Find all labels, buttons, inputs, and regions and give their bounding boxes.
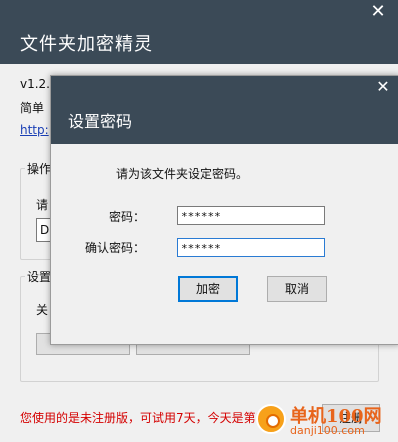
- settings-group-text: 关: [36, 303, 49, 317]
- dialog-title: 设置密码: [68, 112, 133, 131]
- dialog-close-icon[interactable]: ✕: [373, 77, 393, 97]
- password-input[interactable]: ******: [177, 206, 325, 225]
- version-text: v1.2.: [20, 77, 50, 91]
- description-text: 简单: [20, 101, 45, 115]
- main-titlebar: ✕ 文件夹加密精灵: [0, 0, 398, 64]
- main-window-title: 文件夹加密精灵: [20, 34, 153, 55]
- main-close-icon[interactable]: ✕: [368, 2, 388, 22]
- operation-group-label: 操作: [25, 160, 54, 177]
- set-password-dialog: ✕ 设置密码 请为该文件夹设定密码。 密码： ****** 确认密码： ****…: [50, 75, 398, 345]
- encrypt-button[interactable]: 加密: [178, 276, 238, 302]
- password-label: 密码：: [108, 210, 145, 224]
- confirm-password-label: 确认密码：: [84, 241, 145, 255]
- watermark-url: danji100.com: [290, 424, 365, 437]
- watermark: 单机100网 danji100.com: [250, 400, 398, 442]
- dialog-titlebar: ✕ 设置密码: [51, 76, 398, 144]
- watermark-logo-icon: [256, 404, 286, 434]
- website-link[interactable]: http:: [20, 123, 49, 137]
- settings-group-label: 设置: [25, 268, 54, 285]
- dialog-prompt: 请为该文件夹设定密码。: [116, 167, 249, 181]
- trial-status-text: 您使用的是未注册版，可试用7天，今天是第1天。: [20, 411, 288, 425]
- confirm-password-input[interactable]: ******: [177, 238, 325, 257]
- operation-group-text: 请: [36, 198, 49, 212]
- cancel-button[interactable]: 取消: [267, 276, 327, 302]
